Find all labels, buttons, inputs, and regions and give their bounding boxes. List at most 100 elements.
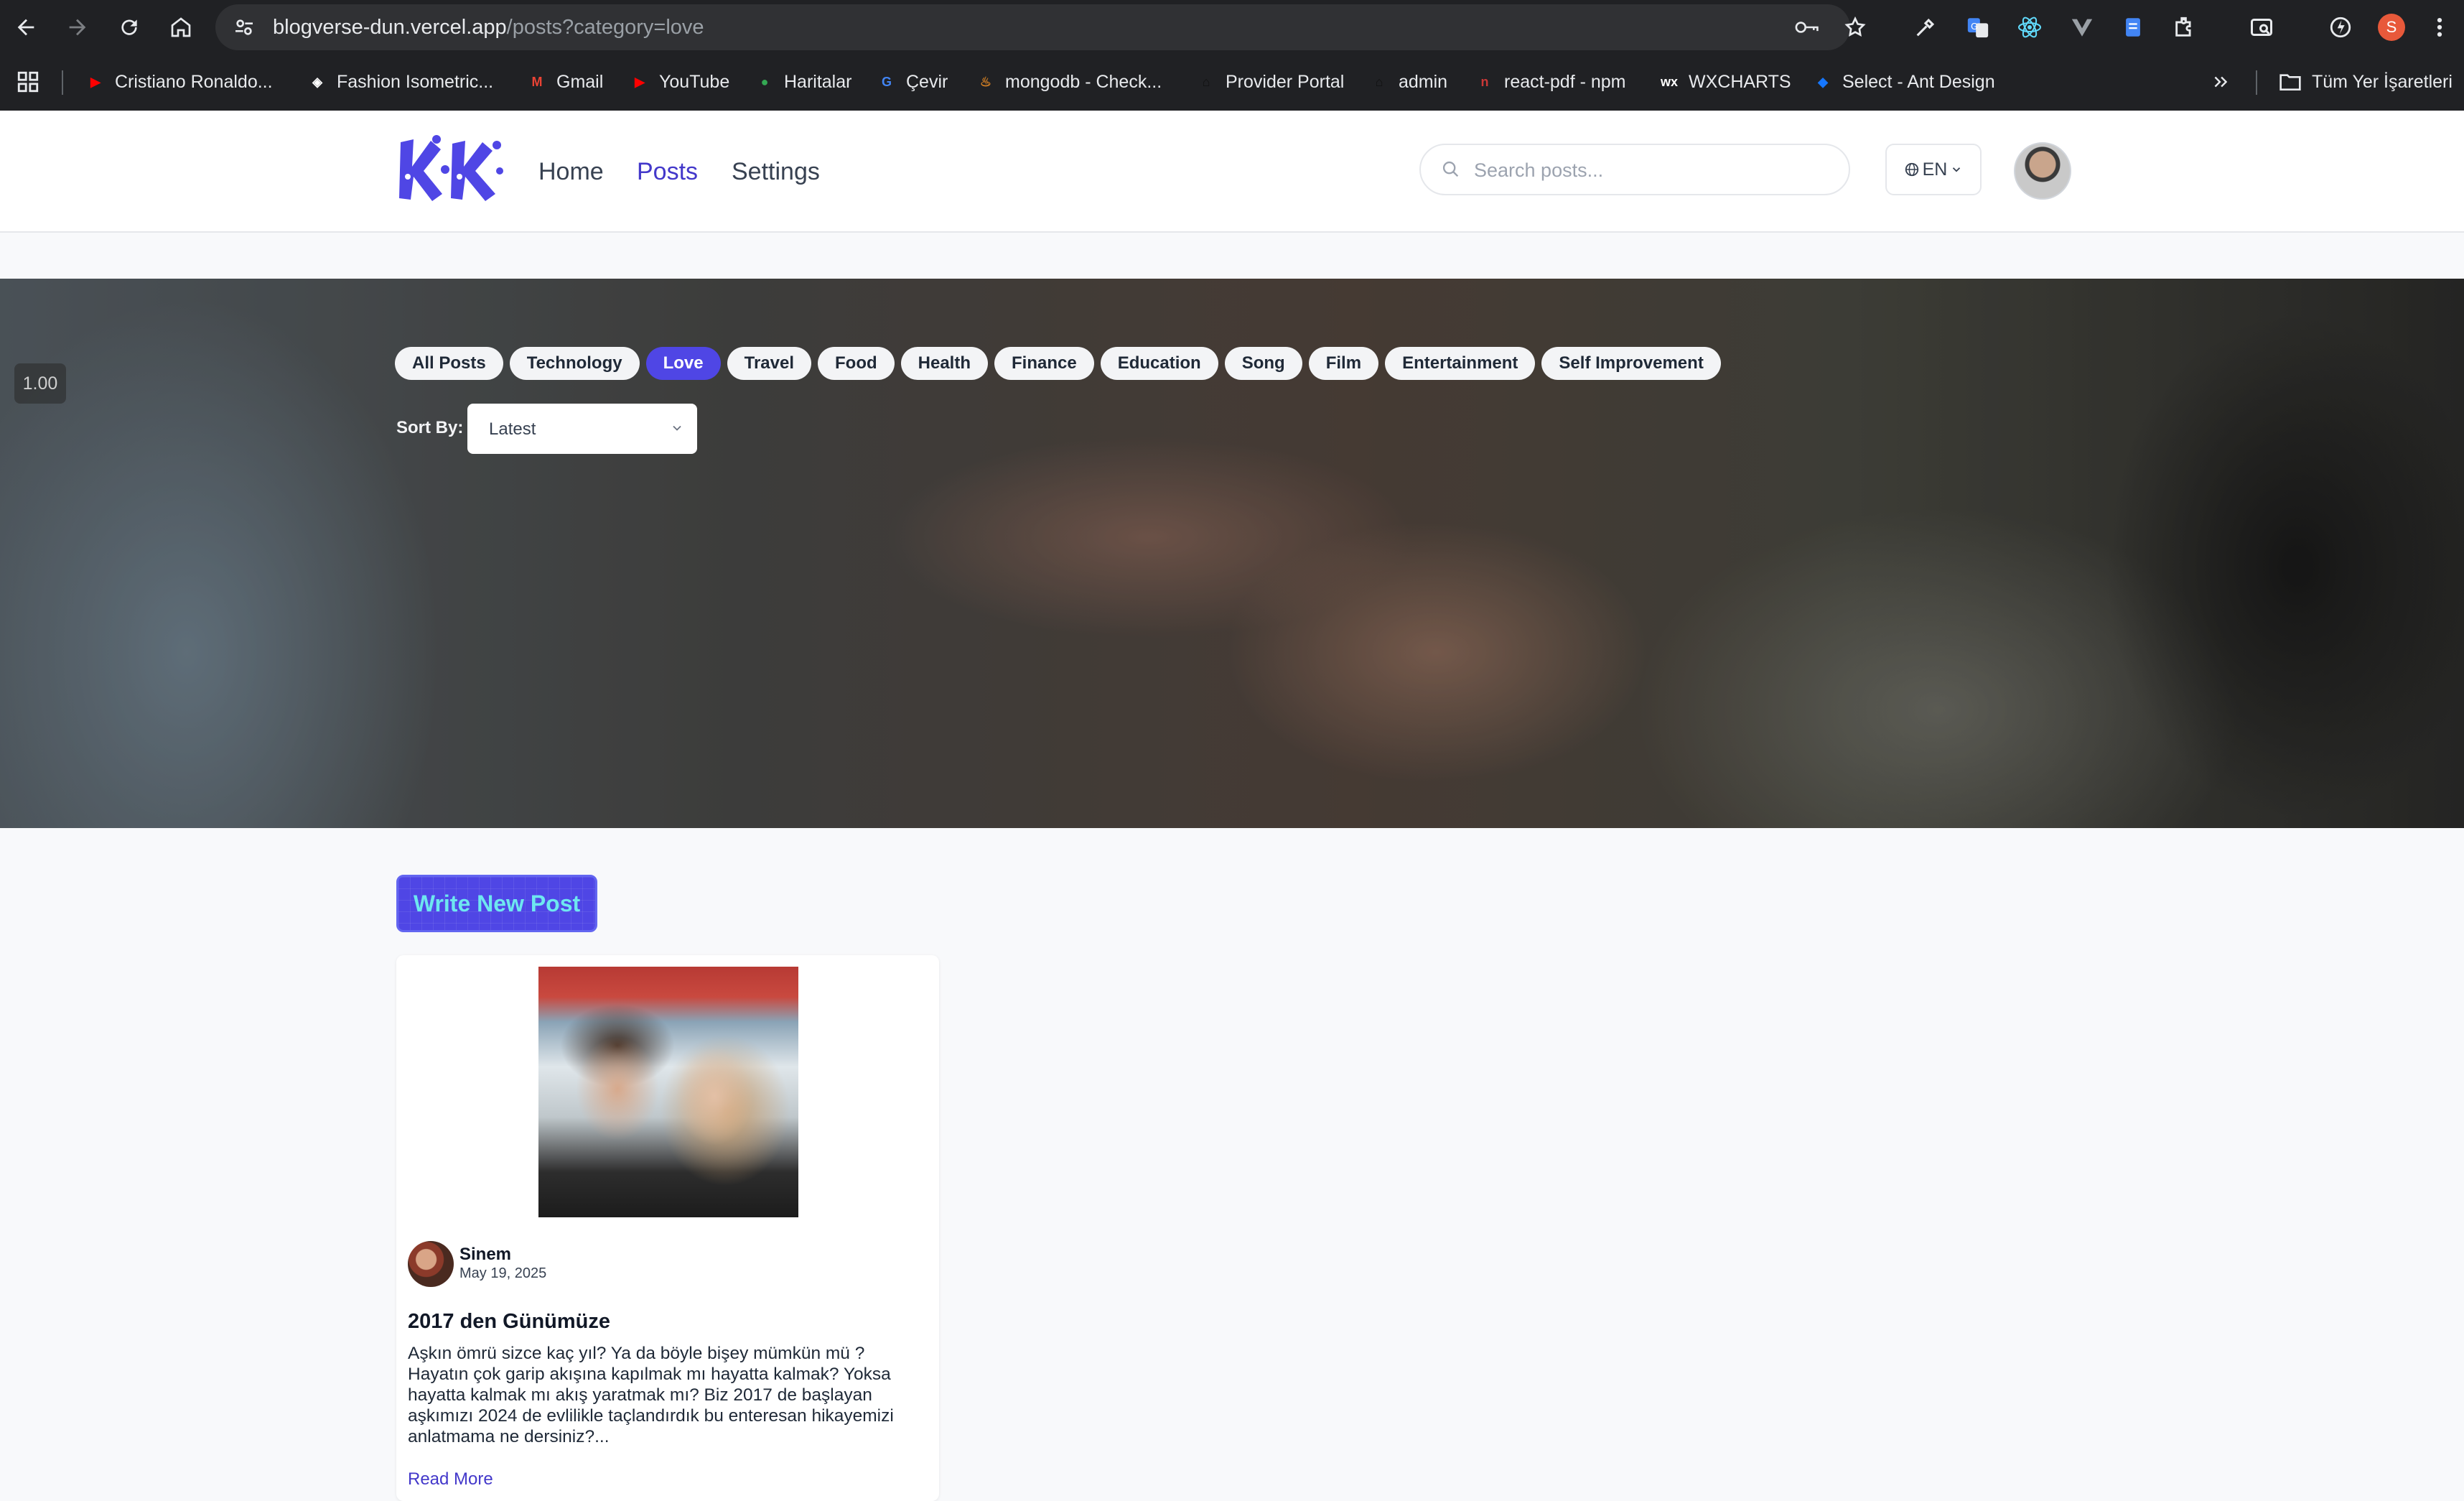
author-avatar — [408, 1241, 454, 1287]
vue-devtools-extension-icon[interactable] — [2068, 13, 2096, 42]
chrome-menu-icon[interactable] — [2425, 13, 2454, 42]
extensions-puzzle-icon[interactable] — [2170, 13, 2199, 42]
category-pill[interactable]: Film — [1308, 347, 1379, 380]
bookmark-item[interactable]: ⌂ admin — [1368, 68, 1448, 96]
bookmark-item[interactable]: M Gmail — [526, 68, 604, 96]
gmail-icon: M — [531, 74, 543, 89]
search-box[interactable] — [1419, 144, 1850, 195]
bookmark-item[interactable]: ◆ Select - Ant Design — [1812, 68, 1995, 96]
forward-icon[interactable] — [60, 10, 95, 45]
translate-icon: G — [881, 74, 892, 89]
youtube-icon: ▶ — [90, 74, 101, 89]
home-icon[interactable] — [164, 10, 198, 45]
sort-label: Sort By: — [396, 418, 464, 437]
bookmark-label: Provider Portal — [1226, 71, 1345, 92]
post-title[interactable]: 2017 den Günümüze — [408, 1310, 610, 1334]
antd-icon: ◆ — [1818, 74, 1828, 89]
category-pill[interactable]: Education — [1100, 347, 1218, 380]
category-pill[interactable]: Health — [900, 347, 988, 380]
bookmark-label: Fashion Isometric... — [337, 71, 494, 92]
url-text: blogverse-dun.vercel.app/posts?category=… — [273, 16, 704, 40]
site-logo[interactable] — [395, 134, 504, 205]
password-key-icon[interactable] — [1793, 16, 1819, 42]
eyedropper-extension-icon[interactable] — [1911, 13, 1940, 42]
write-new-post-button[interactable]: Write New Post — [396, 875, 597, 932]
post-date: May 19, 2025 — [459, 1265, 547, 1281]
user-avatar[interactable] — [2014, 142, 2071, 200]
bookmark-item[interactable]: ● Haritalar — [754, 68, 852, 96]
category-pill[interactable]: Technology — [509, 347, 640, 380]
site-info-icon[interactable] — [233, 16, 256, 42]
reload-icon[interactable] — [112, 10, 146, 45]
category-pill[interactable]: Love — [645, 347, 721, 380]
language-label: EN — [1922, 159, 1948, 180]
bookmarks-bar: ▶ Cristiano Ronaldo... ◈ Fashion Isometric.… — [0, 57, 2464, 108]
search-icon — [1441, 159, 1461, 183]
bookmark-item[interactable]: ◈ Fashion Isometric... — [307, 68, 493, 96]
nav-settings[interactable]: Settings — [732, 158, 820, 186]
bookmark-label: WXCHARTS — [1689, 71, 1791, 92]
bookmark-label: mongodb - Check... — [1005, 71, 1162, 92]
profile-avatar-icon[interactable]: S — [2377, 13, 2406, 42]
google-docs-extension-icon[interactable] — [2119, 13, 2147, 42]
bookmark-label: Select - Ant Design — [1842, 71, 1995, 92]
npm-icon: n — [1480, 74, 1489, 89]
chevron-down-icon — [670, 421, 684, 439]
bookmark-item[interactable]: n react-pdf - npm — [1474, 68, 1626, 96]
nav-posts[interactable]: Posts — [637, 158, 698, 186]
language-selector[interactable]: EN — [1885, 144, 1982, 195]
all-bookmarks-label: Tüm Yer İşaretleri — [2312, 71, 2453, 92]
all-bookmarks-folder[interactable]: Tüm Yer İşaretleri — [2279, 68, 2453, 96]
post-cover-image[interactable] — [538, 967, 798, 1217]
read-more-link[interactable]: Read More — [408, 1469, 493, 1490]
category-pill[interactable]: All Posts — [395, 347, 503, 380]
search-input[interactable] — [1473, 155, 1834, 185]
apps-grid-icon[interactable] — [16, 68, 40, 96]
bookmark-label: Haritalar — [784, 71, 852, 92]
react-devtools-extension-icon[interactable] — [2015, 13, 2044, 42]
nav-home[interactable]: Home — [538, 158, 604, 186]
wx-icon: wx — [1660, 74, 1678, 89]
site-header: Home Posts Settings EN — [0, 111, 2464, 233]
bookmark-label: react-pdf - npm — [1504, 71, 1626, 92]
bookmark-label: admin — [1399, 71, 1448, 92]
category-pill[interactable]: Self Improvement — [1541, 347, 1721, 380]
post-excerpt: Aşkın ömrü sizce kaç yıl? Ya da böyle bi… — [408, 1344, 894, 1446]
back-icon[interactable] — [9, 10, 43, 45]
svg-text:G: G — [1971, 21, 1978, 32]
category-pill[interactable]: Finance — [994, 347, 1094, 380]
profile-initial: S — [2378, 14, 2405, 41]
mongodb-icon: ♨ — [979, 74, 992, 89]
post-card[interactable]: Sinem May 19, 2025 2017 den Günümüze Aşk… — [396, 955, 939, 1501]
category-pill[interactable]: Song — [1224, 347, 1302, 380]
bookmark-item[interactable]: ▶ YouTube — [629, 68, 729, 96]
bookmark-label: Çevir — [906, 71, 948, 92]
category-pill[interactable]: Food — [818, 347, 895, 380]
bookmark-item[interactable]: G Çevir — [876, 68, 948, 96]
bookmark-item[interactable]: ♨ mongodb - Check... — [975, 68, 1162, 96]
chevron-down-icon — [1950, 163, 1963, 176]
sort-select[interactable]: Latest — [467, 404, 697, 454]
category-pill[interactable]: Travel — [727, 347, 811, 380]
author-name: Sinem — [459, 1245, 512, 1264]
bookmark-item[interactable]: ▶ Cristiano Ronaldo... — [85, 68, 273, 96]
google-translate-extension-icon[interactable]: G — [1964, 13, 1992, 42]
bookmark-label: Cristiano Ronaldo... — [115, 71, 273, 92]
bookmark-divider — [2256, 70, 2257, 95]
bookmark-label: Gmail — [556, 71, 604, 92]
bookmark-item[interactable]: ⌂ Provider Portal — [1195, 68, 1345, 96]
bookmark-star-icon[interactable] — [1844, 16, 1867, 42]
bookmark-label: YouTube — [659, 71, 730, 92]
category-filter: All Posts Technology Love Travel Food Health F… — [395, 347, 1721, 380]
category-pill[interactable]: Entertainment — [1385, 347, 1536, 380]
more-bookmarks-icon[interactable] — [2211, 68, 2230, 96]
home-icon: ⌂ — [1202, 74, 1210, 89]
address-bar[interactable]: blogverse-dun.vercel.app/posts?category=… — [215, 4, 1866, 50]
tab-search-icon[interactable] — [2247, 13, 2276, 42]
browser-chrome: blogverse-dun.vercel.app/posts?category=… — [0, 0, 2464, 111]
maps-icon: ● — [760, 74, 769, 89]
bookmark-item[interactable]: wx WXCHARTS — [1658, 68, 1791, 96]
folder-icon — [2279, 72, 2302, 92]
performance-icon[interactable] — [2326, 13, 2355, 42]
url-path: /posts?category=love — [506, 16, 704, 39]
